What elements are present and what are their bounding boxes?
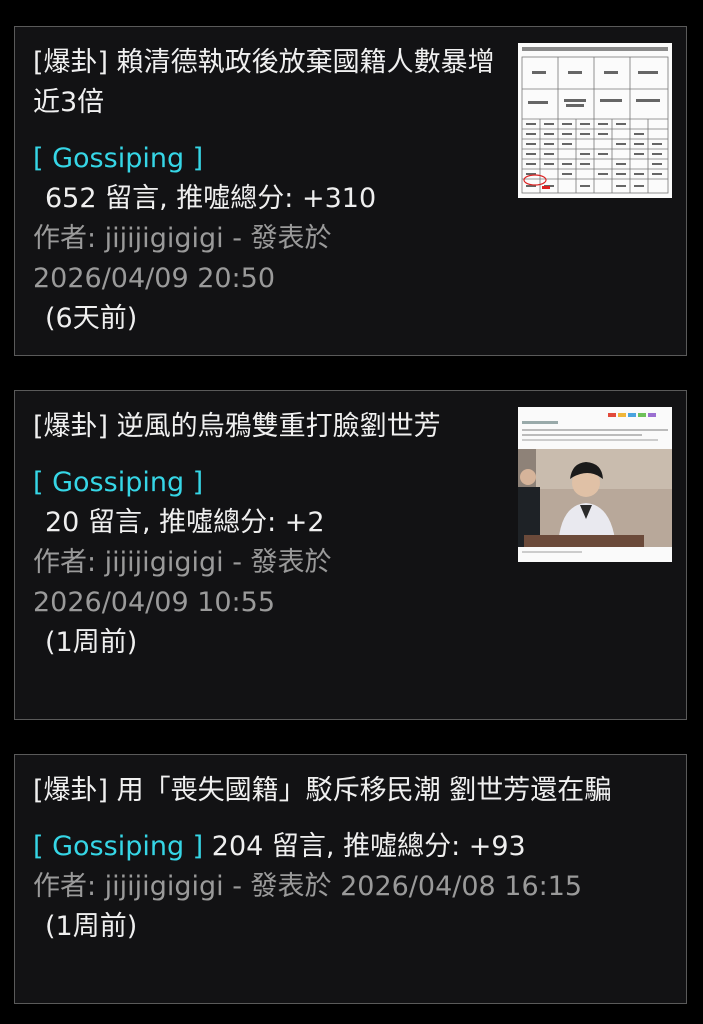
author-line: 作者: jijijigigigi - 發表於 <box>33 223 332 254</box>
post-title[interactable]: [爆卦] 用「喪失國籍」駁斥移民潮 劉世芳還在騙 <box>33 771 663 811</box>
table-screenshot-thumbnail[interactable] <box>518 43 672 198</box>
post-card[interactable]: [爆卦] 逆風的烏鴉雙重打臉劉世芳 [ Gossiping ] 20 留言, 推… <box>14 390 687 720</box>
author-line: 作者: jijijigigigi - 發表於 2026/04/08 16:15 <box>33 871 583 902</box>
post-title[interactable]: [爆卦] 逆風的烏鴉雙重打臉劉世芳 <box>33 407 473 447</box>
post-datetime: 2026/04/09 20:50 <box>33 263 276 294</box>
post-stats: 652 留言, 推噓總分: +310 <box>45 183 377 214</box>
post-age: (1周前) <box>45 627 138 658</box>
post-card[interactable]: [爆卦] 用「喪失國籍」駁斥移民潮 劉世芳還在騙 [ Gossiping ] 2… <box>14 754 687 1004</box>
post-stats: 204 留言, 推噓總分: +93 <box>211 831 526 862</box>
board-name[interactable]: [ Gossiping ] <box>33 139 503 179</box>
post-age: (6天前) <box>45 303 138 334</box>
board-stats-line: [ Gossiping ] 204 留言, 推噓總分: +93 <box>33 827 663 867</box>
post-text: [爆卦] 賴清德執政後放棄國籍人數暴增近3倍 [ Gossiping ] 652… <box>33 43 503 339</box>
post-card[interactable]: [爆卦] 賴清德執政後放棄國籍人數暴增近3倍 [ Gossiping ] 652… <box>14 26 687 356</box>
news-photo-thumbnail[interactable] <box>518 407 672 562</box>
post-title[interactable]: [爆卦] 賴清德執政後放棄國籍人數暴增近3倍 <box>33 43 503 123</box>
post-age: (1周前) <box>45 911 138 942</box>
post-datetime: 2026/04/09 10:55 <box>33 587 276 618</box>
post-text: [爆卦] 用「喪失國籍」駁斥移民潮 劉世芳還在騙 [ Gossiping ] 2… <box>33 771 663 947</box>
post-text: [爆卦] 逆風的烏鴉雙重打臉劉世芳 [ Gossiping ] 20 留言, 推… <box>33 407 473 663</box>
post-stats: 20 留言, 推噓總分: +2 <box>45 507 325 538</box>
author-line: 作者: jijijigigigi - 發表於 <box>33 547 332 578</box>
board-name[interactable]: [ Gossiping ] <box>33 463 473 503</box>
board-name[interactable]: [ Gossiping ] <box>33 831 203 862</box>
